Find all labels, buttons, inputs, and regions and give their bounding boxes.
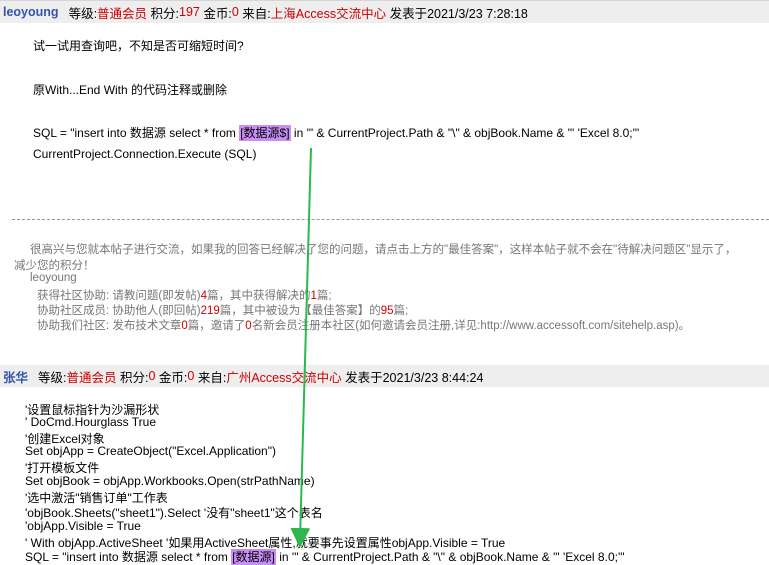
arrow-line <box>290 147 312 548</box>
annotation-arrow <box>290 147 312 548</box>
